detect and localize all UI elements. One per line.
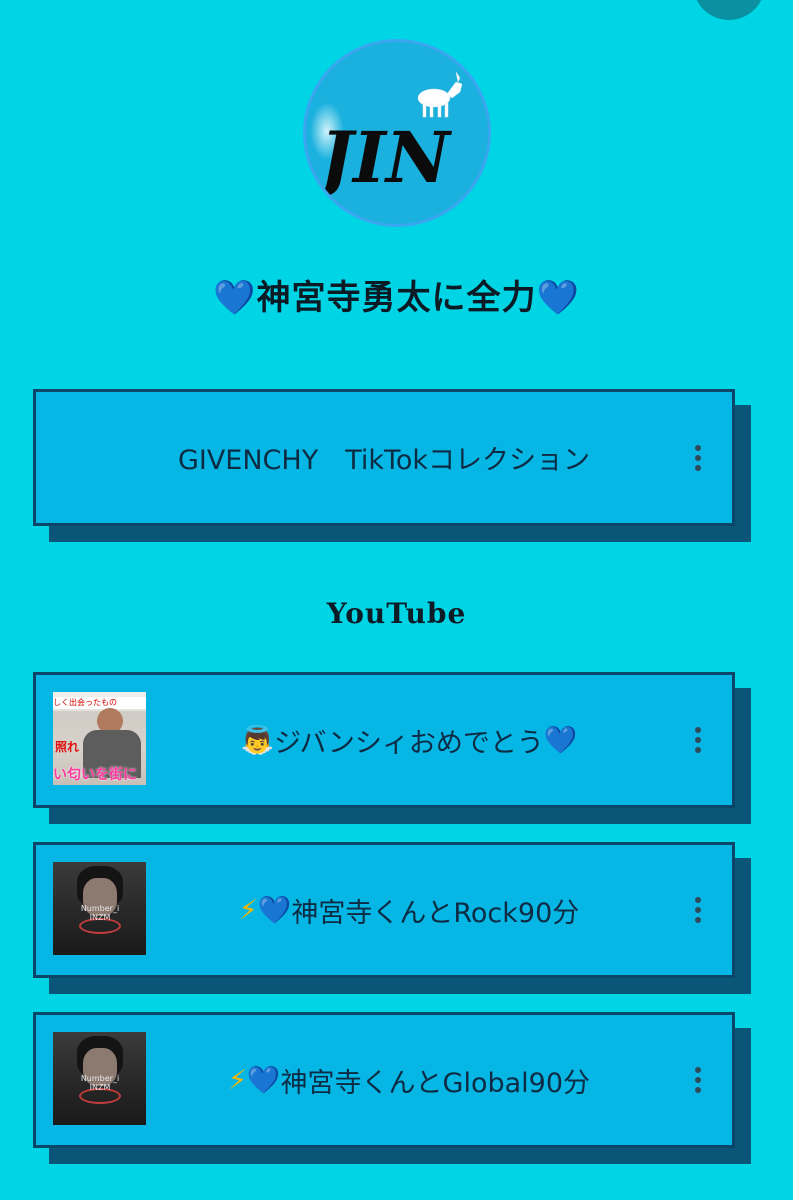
link-button-video-3[interactable]: Number_i INZM ⚡ 💙 神宮寺くんとGlobal90分 — [33, 1012, 735, 1148]
link-button-video-2[interactable]: Number_i INZM ⚡ 💙 神宮寺くんとRock90分 — [33, 842, 735, 978]
goat-logo-icon: JIN — [309, 71, 463, 199]
video-thumbnail: Number_i INZM — [53, 1032, 146, 1125]
link-button-video-1[interactable]: しく出会ったもの 照れ い匂いを街に 👼 ジバンシィおめでとう 💙 — [33, 672, 735, 808]
link-label-text: 神宮寺くんとRock90分 — [291, 897, 580, 929]
link-label-text: 神宮寺くんとGlobal90分 — [280, 1067, 591, 1099]
kebab-menu-icon[interactable] — [694, 1067, 702, 1093]
thumb-caption: Number_i INZM — [80, 904, 120, 922]
heart-right-icon: 💙 — [536, 278, 580, 318]
heart-icon: 💙 — [257, 895, 292, 926]
kebab-menu-icon[interactable] — [694, 727, 702, 753]
link-card-video-3[interactable]: Number_i INZM ⚡ 💙 神宮寺くんとGlobal90分 — [33, 1012, 751, 1164]
link-label: ⚡ 💙 神宮寺くんとRock90分 — [146, 845, 672, 975]
lightning-icon: ⚡ — [227, 1064, 247, 1096]
angel-icon: 👼 — [240, 725, 275, 756]
link-label: 👼 ジバンシィおめでとう 💙 — [146, 675, 672, 805]
page-title: 💙神宮寺勇太に全力💙 — [0, 270, 793, 319]
avatar-logo-text: JIN — [309, 116, 453, 199]
thumb-caption: Number_i INZM — [80, 1074, 120, 1092]
avatar: JIN — [303, 39, 491, 227]
lightning-icon: ⚡ — [238, 894, 258, 926]
share-button[interactable] — [693, 0, 765, 20]
section-title-youtube: YouTube — [326, 597, 467, 630]
heart-icon: 💙 — [246, 1065, 281, 1096]
link-card-video-2[interactable]: Number_i INZM ⚡ 💙 神宮寺くんとRock90分 — [33, 842, 751, 994]
link-card-video-1[interactable]: しく出会ったもの 照れ い匂いを街に 👼 ジバンシィおめでとう 💙 — [33, 672, 751, 824]
kebab-menu-icon[interactable] — [694, 897, 702, 923]
video-thumbnail: しく出会ったもの 照れ い匂いを街に — [53, 692, 146, 785]
link-label-text: ジバンシィおめでとう — [274, 727, 544, 759]
link-card-tiktok[interactable]: GIVENCHY TikTokコレクション — [33, 389, 751, 542]
thumb-caption-top: しく出会ったもの — [53, 697, 146, 709]
link-button-tiktok[interactable]: GIVENCHY TikTokコレクション — [33, 389, 735, 526]
video-thumbnail: Number_i INZM — [53, 862, 146, 955]
page-title-text: 神宮寺勇太に全力 — [256, 278, 537, 318]
link-label: ⚡ 💙 神宮寺くんとGlobal90分 — [146, 1015, 672, 1145]
link-label: GIVENCHY TikTokコレクション — [177, 445, 591, 476]
thumb-caption-bottom: い匂いを街に — [53, 767, 137, 783]
kebab-menu-icon[interactable] — [694, 444, 702, 471]
thumb-caption-mid: 照れ — [55, 740, 80, 754]
heart-icon: 💙 — [543, 725, 578, 756]
heart-left-icon: 💙 — [213, 278, 257, 318]
